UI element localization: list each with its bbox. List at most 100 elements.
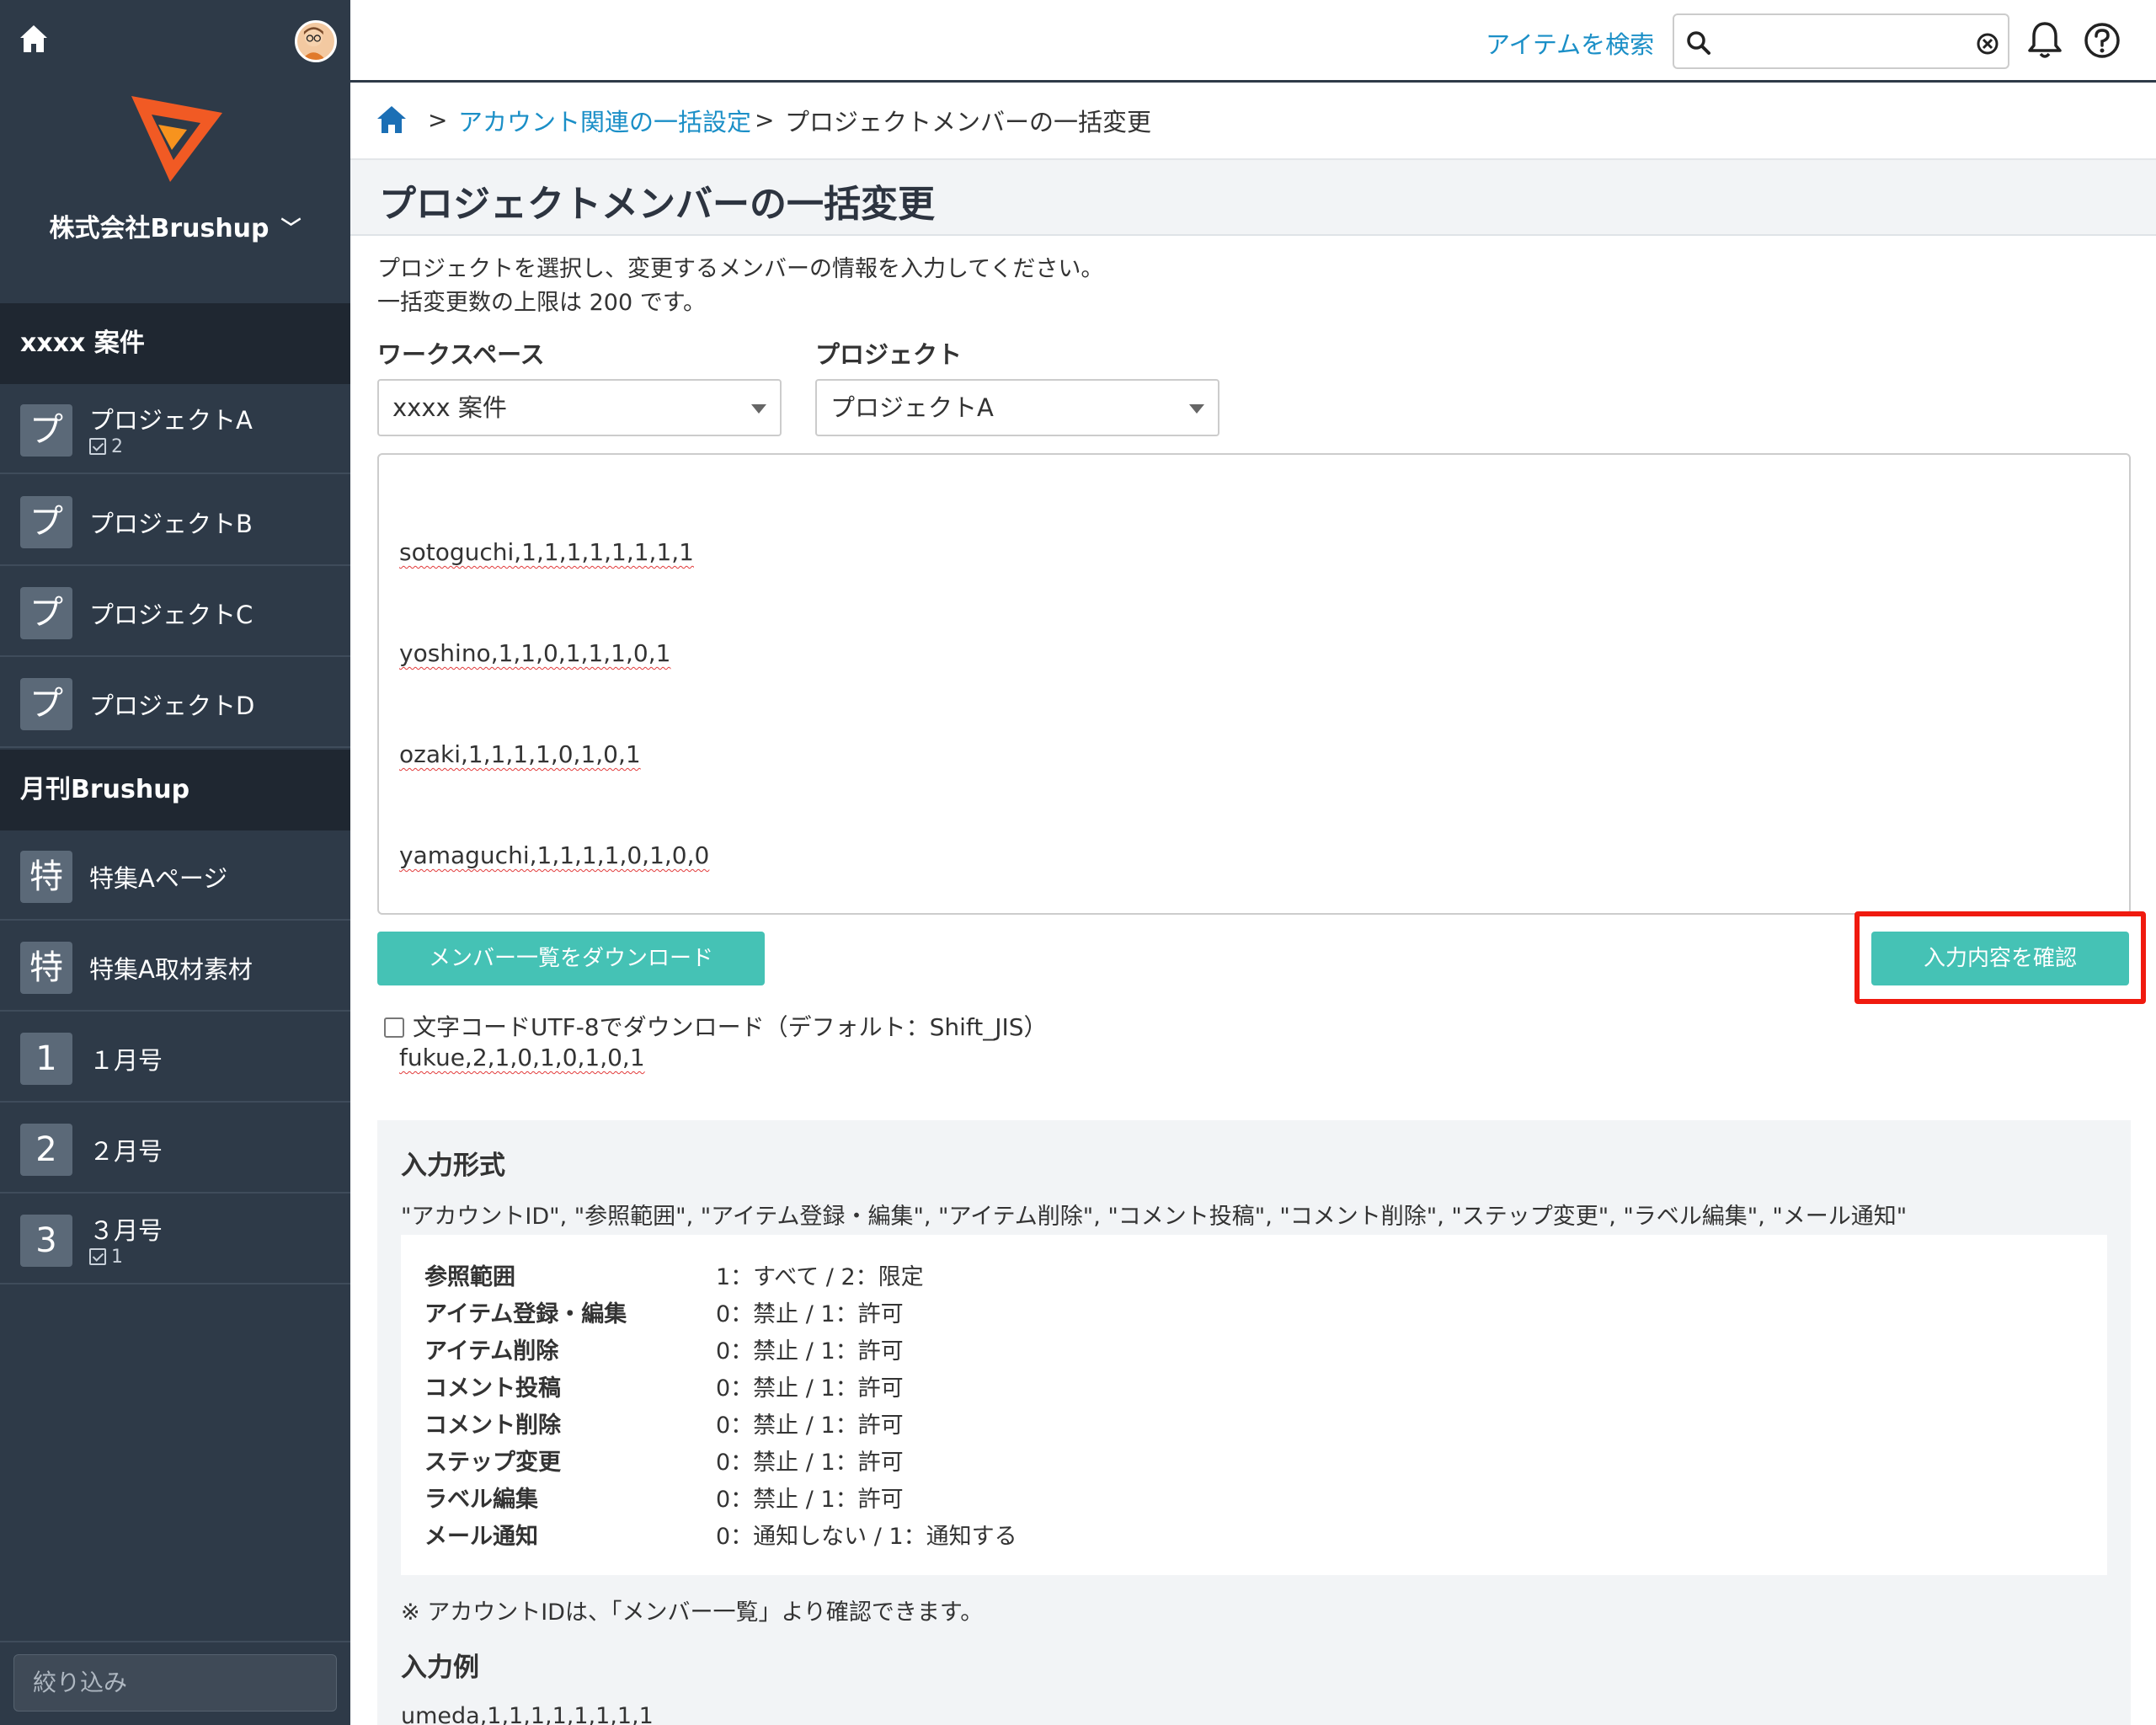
checkbox-icon (89, 438, 106, 455)
highlight-box: 入力内容を確認 (1854, 911, 2146, 1004)
sidebar-header: 株式会社Brushup ﹀ (0, 0, 350, 303)
workspace-header[interactable]: xxxx 案件 (0, 303, 350, 384)
project-badge: 特 (20, 851, 72, 903)
clear-icon[interactable] (1976, 32, 1999, 56)
format-key: ラベル編集 (424, 1487, 538, 1513)
search-icon (1687, 31, 1710, 55)
description-line: プロジェクトを選択し、変更するメンバーの情報を入力してください。 (377, 256, 1104, 282)
project-selected: プロジェクトA (830, 393, 994, 422)
format-value: 0：禁止 / 1：許可 (716, 1413, 904, 1439)
breadcrumb-separator: > (755, 106, 775, 134)
home-icon[interactable] (17, 22, 51, 56)
format-key: 参照範囲 (424, 1264, 515, 1290)
page-header: プロジェクトメンバーの一括変更 (350, 160, 2156, 236)
page-description: プロジェクトを選択し、変更するメンバーの情報を入力してください。 一括変更数の上… (377, 253, 1103, 320)
sidebar-item-march[interactable]: 3 ３月号 1 (0, 1194, 350, 1284)
project-badge: 1 (20, 1033, 72, 1085)
utf8-checkbox[interactable] (384, 1017, 404, 1038)
format-key: コメント削除 (424, 1413, 561, 1439)
sidebar: 株式会社Brushup ﹀ xxxx 案件 プ プロジェクトA 2 プ プロジェク… (0, 0, 350, 1725)
workspace-header[interactable]: 月刊Brushup (0, 750, 350, 830)
project-label: プロジェクト (815, 340, 963, 369)
bell-icon[interactable] (2026, 20, 2063, 61)
format-title: 入力形式 (401, 1151, 505, 1181)
textarea-line: sotoguchi,1,1,1,1,1,1,1,1 (399, 538, 694, 566)
format-key: アイテム削除 (424, 1338, 559, 1365)
home-icon[interactable] (376, 104, 408, 135)
textarea-line: ozaki,1,1,1,1,0,1,0,1 (399, 740, 641, 768)
help-icon[interactable] (2084, 22, 2121, 59)
textarea-line: fukue,2,1,0,1,0,1,0,1 (399, 1044, 645, 1071)
filter-input[interactable]: 絞り込み (13, 1654, 337, 1712)
format-value: 0：禁止 / 1：許可 (716, 1375, 904, 1402)
sidebar-item-label: プロジェクトA (89, 406, 253, 435)
download-member-list-button[interactable]: メンバー一覧をダウンロード (377, 932, 765, 985)
sidebar-item-label: ２月号 (89, 1137, 163, 1166)
format-value: 0：禁止 / 1：許可 (716, 1450, 904, 1476)
sidebar-item-label: ３月号 (89, 1216, 163, 1245)
caret-down-icon (1189, 404, 1204, 414)
format-key: アイテム登録・編集 (424, 1301, 627, 1327)
sidebar-item-project-c[interactable]: プ プロジェクトC (0, 567, 350, 657)
sidebar-filter: 絞り込み (0, 1641, 350, 1725)
sidebar-item-label: 特集Aページ (89, 864, 228, 893)
breadcrumb: > アカウント関連の一括設定 > プロジェクトメンバーの一括変更 (350, 83, 2156, 160)
project-badge: プ (20, 587, 72, 639)
sidebar-item-label: １月号 (89, 1046, 163, 1075)
textarea-line: yamaguchi,1,1,1,1,0,1,0,0 (399, 841, 710, 869)
checkbox-icon (89, 1248, 106, 1265)
project-badge: プ (20, 678, 72, 730)
company-switcher[interactable]: 株式会社Brushup ﹀ (0, 207, 350, 244)
top-bar: アイテムを検索 (350, 0, 2156, 83)
project-badge: 3 (20, 1215, 72, 1267)
workspace-label: ワークスペース (377, 340, 545, 369)
sidebar-item-february[interactable]: 2 ２月号 (0, 1103, 350, 1194)
sidebar-item-project-b[interactable]: プ プロジェクトB (0, 476, 350, 566)
example-line: umeda,1,1,1,1,1,1,1,1 (401, 1703, 654, 1725)
sidebar-item-feature-a-material[interactable]: 特 特集A取材素材 (0, 921, 350, 1012)
project-select[interactable]: プロジェクトA (815, 379, 1219, 436)
format-value: 0：禁止 / 1：許可 (716, 1487, 904, 1513)
task-count: 2 (89, 436, 123, 457)
sidebar-item-january[interactable]: 1 １月号 (0, 1012, 350, 1103)
task-count: 1 (89, 1247, 123, 1268)
format-value: 0：禁止 / 1：許可 (716, 1301, 904, 1327)
avatar[interactable] (295, 20, 337, 62)
task-count-value: 2 (111, 436, 123, 457)
format-key: メール通知 (424, 1524, 538, 1550)
confirm-input-button[interactable]: 入力内容を確認 (1871, 932, 2129, 985)
breadcrumb-parent-link[interactable]: アカウント関連の一括設定 (458, 103, 751, 138)
workspace-select[interactable]: xxxx 案件 (377, 379, 782, 436)
input-format-panel: 入力形式 "アカウントID", "参照範囲", "アイテム登録・編集", "アイ… (377, 1120, 2131, 1725)
format-note: ※ アカウントIDは、「メンバー一覧」より確認できます。 (401, 1599, 984, 1626)
format-key: コメント投稿 (424, 1375, 561, 1402)
format-value: 0：禁止 / 1：許可 (716, 1338, 904, 1365)
utf8-option[interactable]: 文字コードUTF-8でダウンロード（デフォルト：Shift_JIS） (384, 1009, 1048, 1043)
project-badge: プ (20, 404, 72, 457)
chevron-down-icon: ﹀ (280, 216, 302, 240)
breadcrumb-separator: > (428, 106, 448, 134)
breadcrumb-current: プロジェクトメンバーの一括変更 (785, 108, 1152, 136)
sidebar-item-feature-a-page[interactable]: 特 特集Aページ (0, 830, 350, 921)
caret-down-icon (751, 404, 766, 414)
sidebar-item-project-d[interactable]: プ プロジェクトD (0, 658, 350, 748)
workspace-selected: xxxx 案件 (392, 393, 507, 422)
sidebar-item-project-a[interactable]: プ プロジェクトA 2 (0, 384, 350, 474)
brushup-logo (131, 96, 222, 182)
utf8-checkbox-label: 文字コードUTF-8でダウンロード（デフォルト：Shift_JIS） (413, 1013, 1048, 1041)
format-value: 1：すべて / 2：限定 (716, 1264, 924, 1290)
format-value: 0：通知しない / 1：通知する (716, 1524, 1017, 1550)
format-key: ステップ変更 (424, 1450, 561, 1476)
member-input-textarea[interactable]: sotoguchi,1,1,1,1,1,1,1,1 yoshino,1,1,0,… (377, 453, 2131, 1071)
description-line: 一括変更数の上限は 200 です。 (377, 290, 706, 316)
project-badge: 2 (20, 1124, 72, 1176)
company-name: 株式会社Brushup (49, 214, 270, 243)
sidebar-item-label: 特集A取材素材 (89, 955, 253, 984)
sidebar-item-label: プロジェクトD (89, 692, 255, 720)
item-search-link[interactable]: アイテムを検索 (1486, 25, 1654, 61)
format-table: 参照範囲 1：すべて / 2：限定 アイテム登録・編集 0：禁止 / 1：許可 … (401, 1235, 2107, 1575)
search-input[interactable] (1673, 13, 2009, 69)
page-title: プロジェクトメンバーの一括変更 (379, 183, 935, 226)
example-title: 入力例 (401, 1653, 479, 1683)
project-badge: 特 (20, 942, 72, 994)
